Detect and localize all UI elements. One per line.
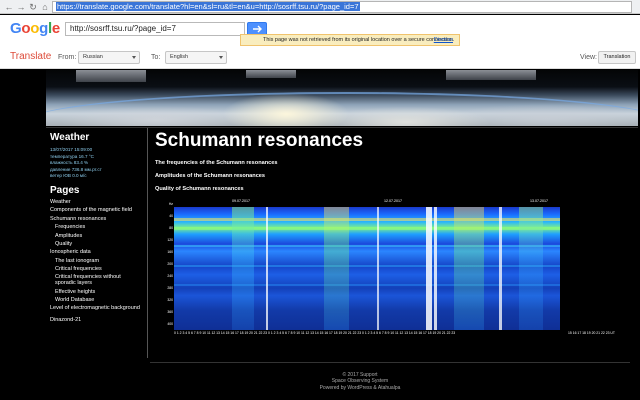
spectrogram-y-label: 280 — [167, 286, 173, 290]
weather-line: температура 16.7 °C — [50, 153, 94, 159]
back-icon[interactable]: ← — [4, 1, 14, 13]
solar-panel-shape — [446, 70, 536, 80]
from-label: From: — [58, 54, 77, 61]
spectrogram-date-label: 09.07.2017 — [232, 199, 250, 203]
home-icon[interactable]: ⌂ — [40, 1, 50, 13]
link-quality[interactable]: Quality of Schumann resonances — [155, 185, 625, 193]
spectrogram-y-label: 160 — [167, 250, 173, 254]
to-language-value: English — [170, 54, 189, 60]
nav-link-weather[interactable]: Weather — [50, 198, 142, 206]
view-translation-button[interactable]: Translation — [598, 51, 636, 64]
spectrogram-date-label: 13.07.2017 — [530, 199, 548, 203]
to-label: To: — [151, 54, 161, 61]
spectrogram-y-label: 40 — [169, 214, 173, 218]
footer-divider — [150, 362, 630, 363]
weather-heading: Weather — [50, 132, 90, 143]
spectrogram-noise — [454, 207, 484, 330]
nav-link-last-ionogram[interactable]: The last ionogram — [50, 257, 142, 265]
nav-link-em-background[interactable]: Level of electromagnetic background — [50, 305, 142, 313]
spectrogram-spike — [499, 207, 502, 330]
spectrogram-y-label: 360 — [167, 310, 173, 314]
nav-link-magnetic-field[interactable]: Components of the magnetic field — [50, 206, 142, 214]
pages-nav: Weather Components of the magnetic field… — [50, 198, 142, 325]
to-language-select[interactable]: English — [165, 51, 227, 64]
horizon-arc — [46, 92, 638, 126]
page-title: Schumann resonances — [155, 130, 364, 151]
spectrogram-y-label: 400 — [167, 322, 173, 326]
spectrogram-noise — [519, 207, 543, 330]
header-banner-image — [46, 70, 638, 126]
from-language-select[interactable]: Russian — [78, 51, 140, 64]
nav-link-critical-frequencies[interactable]: Critical frequencies — [50, 265, 142, 273]
spectrogram-x-labels-ext: 15 16 17 18 19 20 21 22 23 UT — [568, 331, 615, 335]
arrow-right-icon — [253, 25, 262, 33]
spectrogram-y-label: 80 — [169, 226, 173, 230]
link-frequencies[interactable]: The frequencies of the Schumann resonanc… — [155, 159, 625, 167]
solar-panel-shape — [76, 70, 146, 82]
spectrogram-x-labels: 0 1 2 3 4 5 6 7 8 9 10 11 12 13 14 15 16… — [174, 331, 456, 335]
spectrogram-y-label: 200 — [167, 262, 173, 266]
address-bar[interactable]: https://translate.google.com/translate?h… — [52, 1, 632, 13]
reload-icon[interactable]: ↻ — [28, 1, 38, 13]
translate-label: Translate — [10, 51, 52, 62]
sidebar-divider — [147, 128, 148, 358]
left-gutter — [0, 70, 46, 400]
spectrogram-no-data — [560, 207, 566, 330]
browser-toolbar: ← → ↻ ⌂ https://translate.google.com/tra… — [0, 0, 640, 14]
address-bar-url: https://translate.google.com/translate?h… — [56, 2, 360, 11]
translate-bar: Google http://sosrff.tsu.ru/?page_id=7 T… — [0, 15, 640, 69]
spectrogram-y-label: Hz — [168, 202, 173, 206]
header-divider — [46, 127, 638, 128]
weather-line: 13/07/2017 15:09:00 — [50, 147, 93, 152]
dismiss-link[interactable]: Dismiss — [434, 35, 453, 45]
spectrogram-spike — [377, 207, 379, 330]
nav-link-world-database[interactable]: World Database — [50, 296, 142, 304]
translate-url-input[interactable]: http://sosrff.tsu.ru/?page_id=7 — [65, 22, 245, 36]
nav-link-effective-heights[interactable]: Effective heights — [50, 288, 142, 296]
spectrogram-spike — [426, 207, 432, 330]
main-content: Schumann resonances The frequencies of t… — [155, 130, 625, 198]
nav-link-ionospheric-data[interactable]: Ionospheric data — [50, 248, 142, 256]
nav-link-quality[interactable]: Quality — [50, 240, 142, 248]
forward-icon[interactable]: → — [16, 1, 26, 13]
link-amplitudes[interactable]: Amplitudes of the Schumann resonances — [155, 172, 625, 180]
insecure-notice: This page was not retrieved from its ori… — [240, 34, 460, 46]
view-label: View: — [580, 54, 597, 61]
weather-line: ветер ЮВ 0.0 м/с — [50, 173, 87, 179]
spectrogram-date-label: 12.07.2017 — [384, 199, 402, 203]
spectrogram-y-label: 320 — [167, 298, 173, 302]
solar-panel-shape — [246, 70, 296, 78]
weather-readout: 13/07/2017 15:09:00 температура 16.7 °C … — [50, 147, 142, 180]
spectrogram-noise — [232, 207, 254, 330]
weather-line: влажность 83.4 % — [50, 160, 89, 166]
sidebar: Weather 13/07/2017 15:09:00 температура … — [50, 132, 142, 325]
spectrogram-spike — [434, 207, 437, 330]
footer: © 2017 Support Space Observing System Po… — [240, 372, 480, 391]
spectrogram-y-label: 240 — [167, 274, 173, 278]
nav-link-amplitudes[interactable]: Amplitudes — [50, 232, 142, 240]
spectrogram-spike — [266, 207, 268, 330]
nav-link-dinazond-21[interactable]: Dinazond-21 — [50, 316, 142, 324]
spectrogram-noise — [324, 207, 349, 330]
schumann-spectrogram: 09.07.2017 12.07.2017 13.07.2017 Hz 40 8… — [166, 197, 636, 339]
nav-link-schumann-resonances[interactable]: Schumann resonances — [50, 215, 142, 223]
google-logo[interactable]: Google — [10, 20, 60, 37]
insecure-notice-text: This page was not retrieved from its ori… — [263, 37, 455, 43]
nav-link-frequencies[interactable]: Frequencies — [50, 223, 142, 231]
spectrogram-plot — [174, 207, 566, 330]
nav-link-critical-frequencies-no-sporadic[interactable]: Critical frequencies without sporadic la… — [50, 274, 142, 288]
chevron-down-icon — [219, 56, 223, 59]
weather-line: давление 736.8 мм.рт.ст — [50, 166, 102, 172]
footer-powered-by[interactable]: Powered by WordPress & Atahualpa — [240, 385, 480, 391]
from-language-value: Russian — [83, 54, 103, 60]
pages-heading: Pages — [50, 184, 80, 196]
spectrogram-y-label: 120 — [167, 238, 173, 242]
chevron-down-icon — [132, 56, 136, 59]
